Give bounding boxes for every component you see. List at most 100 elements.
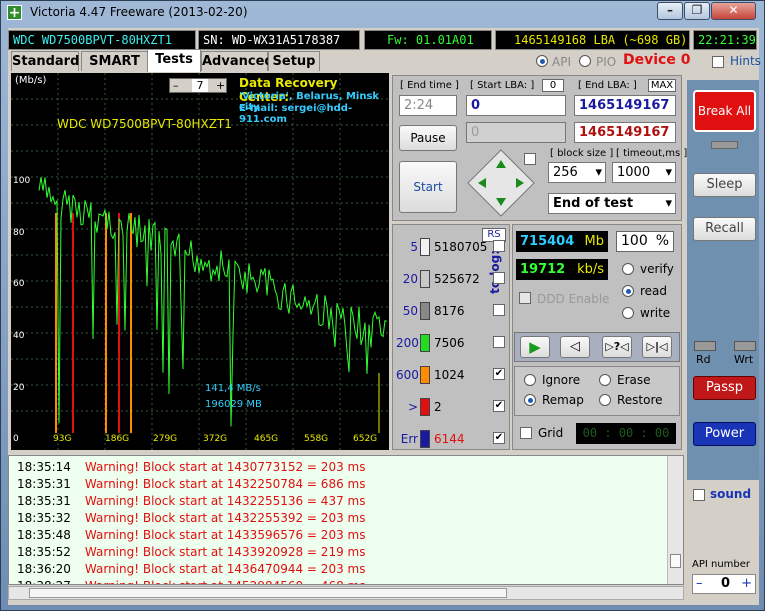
titlebar: + Victoria 4.47 Freeware (2013-02-20) – … <box>0 0 765 26</box>
chevron-down-icon: ▾ <box>665 196 672 211</box>
start-button[interactable]: Start <box>399 161 457 213</box>
read-radio[interactable] <box>622 285 634 297</box>
stat-label: 5 <box>410 240 418 254</box>
end-icon[interactable]: ▷|◁ <box>642 336 672 358</box>
end-lba-field[interactable]: 1465149167 <box>574 95 676 116</box>
spin-plus[interactable]: + <box>216 79 225 92</box>
hints-checkbox[interactable] <box>712 56 724 68</box>
graph-unit: (Mb/s) <box>15 75 47 86</box>
log-scroll-thumb[interactable] <box>670 554 681 568</box>
verify-radio[interactable] <box>622 263 634 275</box>
log-message: Warning! Block start at 1430773152 = 203… <box>84 460 366 474</box>
speed-graph: (Mb/s) – 7 + Data Recovery Center: 'Vict… <box>11 73 389 450</box>
minimize-button[interactable]: – <box>657 2 683 20</box>
horizontal-scrollbar[interactable] <box>8 586 684 600</box>
play-icon[interactable]: ▶ <box>520 336 550 358</box>
log-message: Warning! Block start at 1436470944 = 203… <box>84 562 366 576</box>
device-label: Device 0 <box>623 52 691 68</box>
log-time: 18:35:14 <box>17 460 71 474</box>
spin-value: 7 <box>192 79 208 92</box>
stat-label: > <box>407 400 418 414</box>
recall-button[interactable]: Recall <box>693 217 756 241</box>
log-message: Warning! Block start at 1432255136 = 437… <box>84 494 366 508</box>
to-log-checkbox[interactable]: ✔ <box>493 368 505 380</box>
log-message: Warning! Block start at 1452984560 = 468… <box>85 579 366 584</box>
sound-checkbox[interactable] <box>693 489 705 501</box>
start-lba-field[interactable]: 0 <box>466 95 566 116</box>
x-label: 0 <box>13 434 19 444</box>
spin-minus[interactable]: – <box>173 79 179 92</box>
mb-unit: Mb <box>584 234 604 249</box>
ddd-enable-checkbox[interactable] <box>519 292 531 304</box>
skip-icon[interactable]: ▷?◁ <box>602 336 632 358</box>
write-label: write <box>640 306 671 320</box>
grid-label: Grid <box>538 426 564 440</box>
api-radio[interactable] <box>536 55 548 67</box>
log-row: 18:38:27 Warning! Block start at 14529845… <box>17 579 366 584</box>
block-size-value: 256 <box>553 165 578 180</box>
ignore-radio[interactable] <box>524 374 536 386</box>
close-button[interactable]: ✕ <box>711 2 756 20</box>
log-row: 18:35:48 Warning! Block start at 14335965… <box>17 528 365 542</box>
log-message: Warning! Block start at 1433596576 = 203… <box>84 528 366 542</box>
grid-checkbox[interactable] <box>520 427 532 439</box>
api-minus[interactable]: – <box>696 576 703 591</box>
tab-advanced[interactable]: Advanced <box>201 51 274 71</box>
to-log-checkbox[interactable]: ✔ <box>493 432 505 444</box>
timeout-value: 1000 <box>617 165 651 180</box>
current-lba-field: 1465149167 <box>574 122 676 143</box>
to-log-checkbox[interactable]: ✔ <box>493 400 505 412</box>
stat-count: 8176 <box>434 304 465 318</box>
mb-value: 715404 <box>520 234 575 249</box>
to-log-checkbox[interactable] <box>493 304 505 316</box>
log-time: 18:35:31 <box>17 494 71 508</box>
ddd-enable-label: DDD Enable <box>537 292 610 306</box>
start-lba-label: [ Start LBA: ] <box>470 80 535 91</box>
sleep-button[interactable]: Sleep <box>693 173 756 197</box>
log-time: 18:35:52 <box>17 545 71 559</box>
log-message: Warning! Block start at 1432250784 = 686… <box>84 477 366 491</box>
block-size-select[interactable]: 256 ▾ <box>548 162 606 183</box>
erase-radio[interactable] <box>599 374 611 386</box>
start-lba-zero-button[interactable]: 0 <box>542 79 564 92</box>
log-row: 18:35:14 Warning! Block start at 14307731… <box>17 460 365 474</box>
end-time-field[interactable]: 2:24 <box>399 95 457 116</box>
break-all-button[interactable]: Break All <box>693 90 756 132</box>
stat-swatch <box>420 238 430 256</box>
read-indicator <box>694 341 716 351</box>
log-message: Warning! Block start at 1432255392 = 203… <box>84 511 366 525</box>
horizontal-scroll-thumb[interactable] <box>29 588 507 598</box>
kbs-value: 19712 <box>520 262 566 277</box>
api-plus[interactable]: + <box>741 576 752 591</box>
remap-label: Remap <box>542 393 584 407</box>
api-number-spinner[interactable]: – 0 + <box>692 574 756 594</box>
log-time: 18:38:27 <box>17 579 71 584</box>
reverse-checkbox[interactable] <box>524 153 536 165</box>
log-scrollbar[interactable] <box>667 456 683 584</box>
power-button[interactable]: Power <box>693 422 756 446</box>
pio-radio[interactable] <box>579 55 591 67</box>
pause-button[interactable]: Pause <box>399 125 457 151</box>
to-log-checkbox[interactable] <box>493 336 505 348</box>
tab-setup[interactable]: Setup <box>268 51 320 71</box>
end-action-value: End of test <box>553 196 634 211</box>
back-icon[interactable]: ◁ <box>560 336 590 358</box>
y-label: 20 <box>13 383 25 393</box>
x-label: 372G <box>203 434 228 444</box>
restore-button[interactable]: ❐ <box>684 2 710 20</box>
write-radio[interactable] <box>622 307 634 319</box>
passp-button[interactable]: Passp <box>693 376 756 400</box>
end-action-select[interactable]: End of test ▾ <box>548 193 676 214</box>
remap-radio[interactable] <box>524 394 536 406</box>
to-log-checkbox[interactable] <box>493 272 505 284</box>
tab-standard[interactable]: Standard <box>11 51 79 71</box>
end-lba-max-button[interactable]: MAX <box>648 79 676 92</box>
graph-scale-spinner[interactable]: – 7 + <box>169 78 227 93</box>
stat-swatch <box>420 398 430 416</box>
y-label: 60 <box>13 279 25 289</box>
timeout-select[interactable]: 1000 ▾ <box>612 162 676 183</box>
tab-smart[interactable]: SMART <box>81 51 148 71</box>
to-log-checkbox[interactable] <box>493 240 505 252</box>
tab-tests[interactable]: Tests <box>147 49 201 72</box>
restore-radio[interactable] <box>599 394 611 406</box>
